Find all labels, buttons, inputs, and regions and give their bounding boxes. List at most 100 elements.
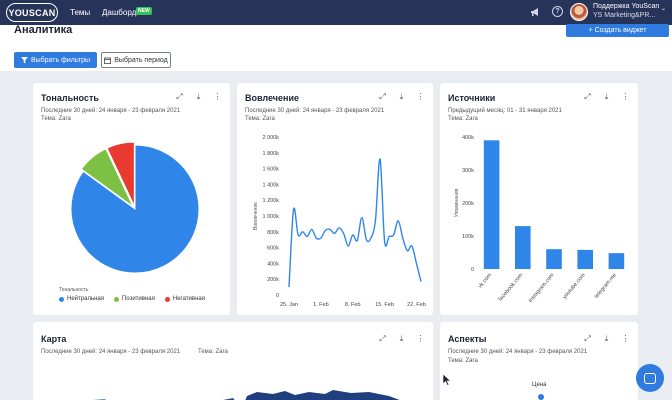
x-tick-label: facebook.com xyxy=(498,272,525,302)
legend-item-positive[interactable]: Позитивная xyxy=(113,296,155,302)
calendar-icon xyxy=(104,57,112,64)
youscan-logo[interactable]: YOUSCAN xyxy=(6,3,58,22)
card-period: Предыдущий месяц: 01 - 31 января 2021 xyxy=(448,108,562,114)
engagement-card: Вовлечение Последние 30 дней: 24 января … xyxy=(237,83,433,315)
download-icon[interactable]: ⤓ xyxy=(602,334,611,344)
expand-icon[interactable]: ⤢ xyxy=(583,92,592,102)
card-period: Последние 30 дней: 24 января - 23 феврал… xyxy=(41,108,181,114)
megaphone-icon[interactable] xyxy=(528,5,542,19)
mouse-cursor xyxy=(443,374,451,386)
legend-label: Позитивная xyxy=(121,296,155,302)
select-period-button[interactable]: Выбрать период xyxy=(101,52,171,68)
y-tick-label: 2 000k xyxy=(262,135,279,141)
legend-dot xyxy=(59,296,64,302)
card-period: Последние 30 дней: 24 января - 23 феврал… xyxy=(41,349,181,355)
y-tick-label: 100k xyxy=(462,234,474,240)
create-widget-button[interactable]: + Создать виджет xyxy=(566,24,669,37)
y-tick-label: 1 400k xyxy=(262,182,279,188)
y-tick-label: 0 xyxy=(276,293,279,299)
legend-item-negative[interactable]: Негативная xyxy=(164,296,205,302)
card-topic: Тема: Zara xyxy=(245,116,275,122)
more-icon[interactable]: ⋮ xyxy=(416,334,425,344)
y-tick-label: 400k xyxy=(462,135,474,141)
user-org[interactable]: YS Marketing&PR... xyxy=(593,12,655,19)
download-icon[interactable]: ⤓ xyxy=(194,92,203,102)
world-map[interactable] xyxy=(33,380,433,400)
expand-icon[interactable]: ⤢ xyxy=(378,334,387,344)
select-filters-label: Выбрать фильтры xyxy=(30,56,91,64)
bar-instagram-com[interactable] xyxy=(546,249,562,269)
card-title: Аспекты xyxy=(448,334,487,344)
card-title: Карта xyxy=(41,334,67,344)
expand-icon[interactable]: ⤢ xyxy=(378,92,387,102)
new-badge: NEW xyxy=(136,7,152,15)
top-navbar: YOUSCAN Темы Дашборды NEW ? Поддержка Yo… xyxy=(0,0,672,25)
y-tick-label: 1 600k xyxy=(262,167,279,173)
legend: Нейтральная Позитивная Негативная xyxy=(59,296,205,302)
card-actions: ⤢ ⤓ ⋮ xyxy=(583,334,630,344)
download-icon[interactable]: ⤓ xyxy=(397,92,406,102)
card-actions: ⤢ ⤓ ⋮ xyxy=(583,92,630,102)
download-icon[interactable]: ⤓ xyxy=(397,334,406,344)
x-tick-label: 1. Feb xyxy=(313,302,329,308)
map-card: Карта Последние 30 дней: 24 января - 23 … xyxy=(33,322,433,400)
x-tick-label: 22. Feb xyxy=(407,302,426,308)
y-axis-label: Вовлечение xyxy=(253,202,259,230)
card-topic: Тема: Zara xyxy=(41,116,71,122)
legend-label: Нейтральная xyxy=(67,296,104,302)
avatar[interactable] xyxy=(570,3,588,21)
x-tick-label: telegram.me xyxy=(594,272,618,299)
engagement-series-line[interactable] xyxy=(288,158,422,288)
x-tick-label: 8. Feb xyxy=(345,302,361,308)
chat-icon xyxy=(644,372,656,384)
bar-facebook-com[interactable] xyxy=(515,226,531,269)
card-actions: ⤢ ⤓ ⋮ xyxy=(378,92,425,102)
download-icon[interactable]: ⤓ xyxy=(602,92,611,102)
x-tick-label: vk.com xyxy=(477,272,493,290)
aspect-label-price: Цена xyxy=(532,382,547,388)
x-tick-label: 25. Jan xyxy=(280,302,298,308)
sources-card: Источники Предыдущий месяц: 01 - 31 янва… xyxy=(440,83,638,315)
aspect-bubble[interactable] xyxy=(538,394,544,400)
page-title: Аналитика xyxy=(14,24,73,36)
bar-vk-com[interactable] xyxy=(483,140,500,269)
y-tick-label: 600k xyxy=(267,246,279,252)
more-icon[interactable]: ⋮ xyxy=(621,92,630,102)
card-topic: Тема: Zara xyxy=(448,116,478,122)
help-icon[interactable]: ? xyxy=(552,6,563,17)
card-title: Вовлечение xyxy=(245,93,299,103)
y-tick-label: 1 200k xyxy=(262,198,279,204)
engagement-line-chart: 0 200k 400k 600k 800k 1 000k 1 200k 1 400k 1 600… xyxy=(253,135,426,308)
user-name[interactable]: Поддержка YouScan xyxy=(593,3,659,10)
select-filters-button[interactable]: Выбрать фильтры xyxy=(14,52,97,68)
legend-dot xyxy=(164,296,170,302)
card-actions: ⤢ ⤓ ⋮ xyxy=(378,334,425,344)
y-tick-label: 200k xyxy=(462,201,474,207)
card-topic: Тема: Zara xyxy=(198,349,228,355)
more-icon[interactable]: ⋮ xyxy=(621,334,630,344)
legend-title: Тональность xyxy=(59,287,89,293)
card-title: Источники xyxy=(448,93,496,103)
filter-icon xyxy=(20,56,28,63)
y-tick-label: 1 000k xyxy=(262,214,279,220)
card-period: Последние 30 дней: 24 января - 23 феврал… xyxy=(245,108,385,114)
tonality-pie-chart xyxy=(70,141,200,274)
more-icon[interactable]: ⋮ xyxy=(213,92,222,102)
legend-dot xyxy=(113,296,119,302)
legend-label: Негативная xyxy=(172,296,205,302)
nav-topics[interactable]: Темы xyxy=(70,8,90,17)
bar-youtube-com[interactable] xyxy=(577,249,593,269)
y-tick-label: 400k xyxy=(267,261,279,267)
card-topic: Тема: Zara xyxy=(448,358,478,364)
map-region xyxy=(245,390,400,400)
legend-item-neutral[interactable]: Нейтральная xyxy=(59,296,104,302)
y-tick-label: 0 xyxy=(471,267,474,273)
support-chat-button[interactable] xyxy=(636,364,664,392)
bar-telegram-me[interactable] xyxy=(608,253,625,269)
y-tick-label: 300k xyxy=(462,168,474,174)
expand-icon[interactable]: ⤢ xyxy=(583,334,592,344)
chevron-down-icon[interactable]: ⌄ xyxy=(661,5,666,12)
card-actions: ⤢ ⤓ ⋮ xyxy=(175,92,222,102)
more-icon[interactable]: ⋮ xyxy=(416,92,425,102)
expand-icon[interactable]: ⤢ xyxy=(175,92,184,102)
